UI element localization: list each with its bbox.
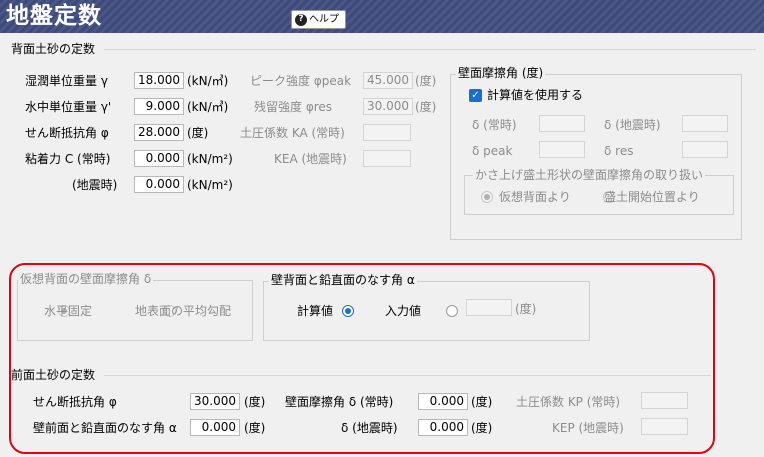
use-calc-checkbox[interactable]: ✓ <box>469 89 482 102</box>
sub-weight-input[interactable]: 9.000 <box>134 98 184 115</box>
wet-weight-unit: (kN/㎥) <box>187 74 229 88</box>
delta-eq-input[interactable] <box>682 115 728 132</box>
shear-angle-unit: (度) <box>187 126 209 140</box>
fill-start-label: 盛土開始位置より <box>604 190 700 204</box>
slope-fill-title: かさ上げ盛土形状の壁面摩擦角の取り扱い <box>473 168 706 182</box>
highlight-box <box>9 263 715 454</box>
sub-weight-label: 水中単位重量 γ' <box>25 100 112 114</box>
delta-peak-input[interactable] <box>539 141 585 158</box>
wet-weight-input[interactable]: 18.000 <box>134 72 184 89</box>
cohesion-label: 粘着力 C (常時) <box>25 152 111 166</box>
cohesion-eq-input[interactable]: 0.000 <box>134 176 184 193</box>
residual-strength-unit: (度) <box>415 100 437 114</box>
residual-strength-label: 残留強度 φres <box>254 100 333 114</box>
kea-input[interactable] <box>363 150 411 167</box>
ka-normal-input[interactable] <box>363 124 411 141</box>
cohesion-eq-unit: (kN/m²) <box>187 178 233 192</box>
delta-eq-label: δ (地震時) <box>604 118 661 132</box>
peak-strength-label: ピーク強度 φpeak <box>250 74 352 88</box>
virtual-back-radio[interactable] <box>481 191 493 203</box>
help-icon: ? <box>295 13 307 26</box>
page-title: 地盤定数 <box>6 3 102 29</box>
cohesion-eq-label: (地震時) <box>72 178 118 192</box>
help-button[interactable]: ? ヘルプ <box>291 10 346 29</box>
title-bar <box>0 0 764 33</box>
virtual-back-label: 仮想背面より <box>499 190 571 204</box>
residual-strength-input[interactable]: 30.000 <box>363 98 413 115</box>
delta-normal-label: δ (常時) <box>472 118 517 132</box>
delta-res-label: δ res <box>604 144 634 158</box>
delta-peak-label: δ peak <box>472 144 513 158</box>
shear-angle-label: せん断抵抗角 φ <box>25 126 109 140</box>
back-soil-section-title: 背面土砂の定数 <box>11 42 96 56</box>
help-label: ヘルプ <box>309 14 339 25</box>
cohesion-unit: (kN/m²) <box>187 152 233 166</box>
wall-friction-title: 壁面摩擦角 (度) <box>456 66 546 80</box>
cohesion-input[interactable]: 0.000 <box>134 150 184 167</box>
peak-strength-unit: (度) <box>415 74 437 88</box>
delta-normal-input[interactable] <box>539 115 585 132</box>
peak-strength-input[interactable]: 45.000 <box>363 72 413 89</box>
kea-label: KEA (地震時) <box>274 152 347 166</box>
shear-angle-input[interactable]: 28.000 <box>134 124 184 141</box>
sub-weight-unit: (kN/㎥) <box>187 100 229 114</box>
use-calc-label: 計算値を使用する <box>487 88 584 102</box>
wet-weight-label: 湿潤単位重量 γ <box>25 74 108 88</box>
delta-res-input[interactable] <box>682 141 728 158</box>
section-divider <box>104 49 756 50</box>
ka-normal-label: 土圧係数 KA (常時) <box>240 126 345 140</box>
